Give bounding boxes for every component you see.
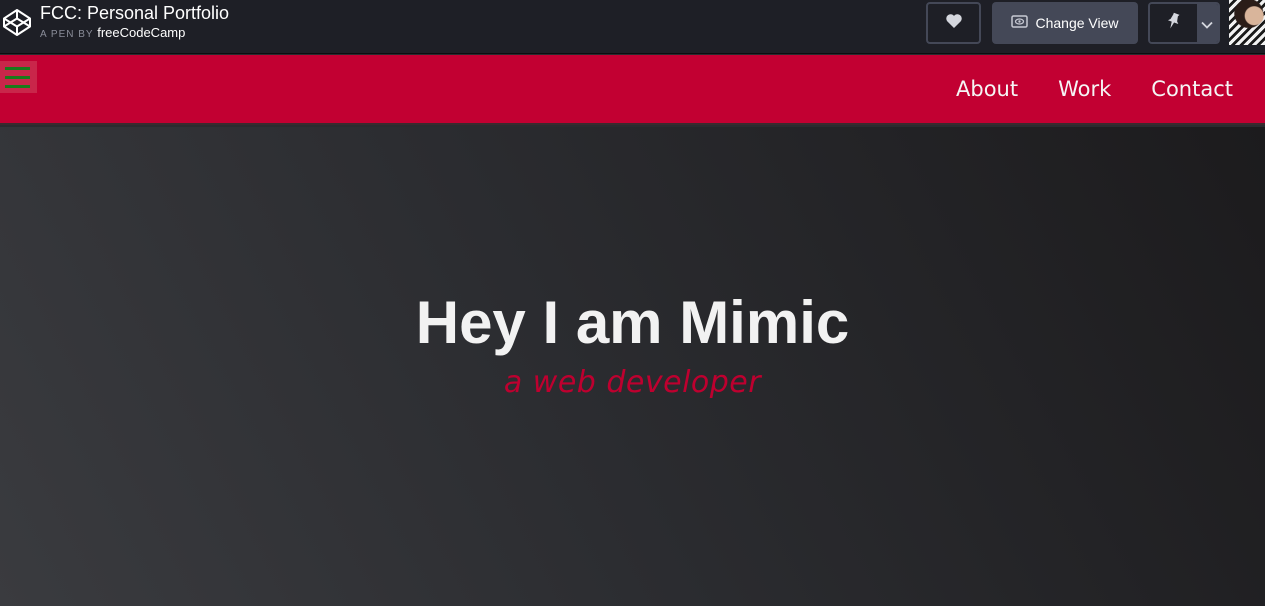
author-link[interactable]: freeCodeCamp <box>97 25 185 40</box>
nav-link-about[interactable]: About <box>956 77 1018 101</box>
codepen-logo-icon[interactable] <box>2 7 32 37</box>
change-view-button[interactable]: Change View <box>992 2 1138 44</box>
hero-title: Hey I am Mimic <box>415 289 850 356</box>
love-button[interactable] <box>926 2 981 44</box>
hero-subtitle: a web developer <box>503 365 762 400</box>
pen-byline: A PEN BY freeCodeCamp <box>40 25 185 43</box>
hamburger-menu-icon[interactable] <box>0 61 37 93</box>
eye-icon <box>1011 15 1029 31</box>
heart-icon <box>945 13 963 33</box>
pin-button[interactable] <box>1150 4 1197 42</box>
menu-line <box>5 84 30 88</box>
change-view-label: Change View <box>1035 15 1119 31</box>
chevron-down-icon <box>1201 14 1213 33</box>
pin-button-group <box>1148 2 1220 44</box>
user-avatar[interactable] <box>1229 0 1265 45</box>
pin-icon <box>1165 12 1181 34</box>
menu-line <box>5 66 30 70</box>
codepen-header: FCC: Personal Portfolio A PEN BY freeCod… <box>0 0 1265 54</box>
byline-prefix: A PEN BY <box>40 29 94 40</box>
nav-link-contact[interactable]: Contact <box>1151 77 1233 101</box>
portfolio-navbar: About Work Contact <box>0 55 1265 125</box>
welcome-section: Hey I am Mimic a web developer <box>0 127 1265 606</box>
menu-line <box>5 75 30 79</box>
pin-dropdown-button[interactable] <box>1196 4 1218 42</box>
nav-links: About Work Contact <box>956 55 1233 123</box>
pen-title: FCC: Personal Portfolio <box>40 3 230 23</box>
nav-link-work[interactable]: Work <box>1058 77 1111 101</box>
